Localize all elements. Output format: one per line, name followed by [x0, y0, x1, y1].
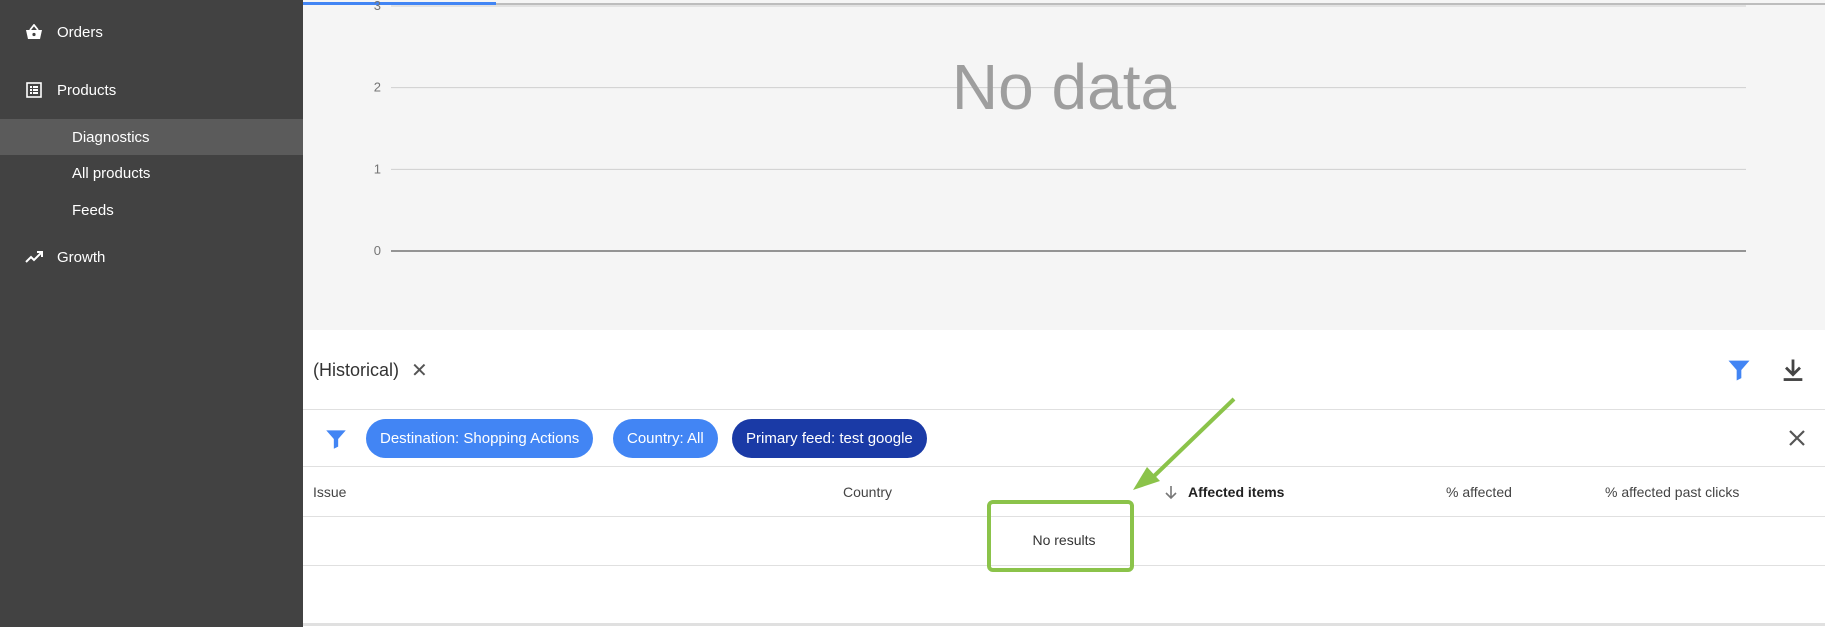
column-header-country[interactable]: Country — [843, 484, 892, 500]
column-header-percent-affected-past-clicks[interactable]: % affected past clicks — [1605, 484, 1739, 500]
list-icon — [24, 80, 44, 100]
column-header-issue[interactable]: Issue — [313, 484, 346, 500]
sidebar-item-products[interactable]: Products — [0, 78, 303, 102]
table-title-text: (Historical) — [313, 360, 400, 380]
clear-filters-icon[interactable] — [1785, 426, 1809, 450]
y-tick-label: 0 — [374, 243, 381, 258]
filter-icon[interactable] — [1725, 356, 1753, 384]
close-icon[interactable]: ✕ — [411, 358, 428, 383]
column-header-percent-affected[interactable]: % affected — [1446, 484, 1512, 500]
filter-icon[interactable] — [323, 426, 349, 452]
sidebar-item-label: Growth — [57, 248, 106, 266]
sidebar-item-orders[interactable]: Orders — [0, 20, 303, 44]
sidebar-item-label: Feeds — [72, 201, 114, 219]
y-tick-label: 3 — [374, 0, 381, 13]
filter-bar: Destination: Shopping Actions Country: A… — [303, 410, 1825, 467]
sidebar: Orders Products Diagnostics All products… — [0, 0, 303, 627]
no-data-label: No data — [951, 51, 1177, 123]
sidebar-item-label: Orders — [57, 23, 103, 41]
y-tick-label: 1 — [374, 161, 381, 176]
sidebar-item-feeds[interactable]: Feeds — [0, 192, 303, 228]
table-title: (Historical) ✕ — [313, 358, 428, 383]
filter-chip-primary-feed[interactable]: Primary feed: test google — [732, 419, 927, 458]
filter-chip-destination[interactable]: Destination: Shopping Actions — [366, 419, 594, 458]
sidebar-item-diagnostics[interactable]: Diagnostics — [0, 119, 303, 155]
sort-down-icon[interactable] — [1163, 484, 1179, 500]
trending-up-icon — [24, 247, 44, 267]
sidebar-item-label: Diagnostics — [72, 128, 150, 146]
chart-area: 3210 No data — [303, 0, 1825, 330]
table-toolbar: (Historical) ✕ — [303, 330, 1825, 410]
sidebar-item-label: All products — [72, 164, 151, 182]
sidebar-item-all-products[interactable]: All products — [0, 155, 303, 191]
annotation-highlight-box — [987, 500, 1134, 572]
sidebar-item-growth[interactable]: Growth — [0, 245, 303, 269]
sidebar-item-label: Products — [57, 81, 117, 99]
column-header-affected-items[interactable]: Affected items — [1188, 484, 1284, 500]
download-icon[interactable] — [1779, 356, 1807, 384]
basket-icon — [24, 22, 44, 42]
filter-chip-country[interactable]: Country: All — [613, 419, 718, 458]
divider — [303, 623, 1825, 626]
